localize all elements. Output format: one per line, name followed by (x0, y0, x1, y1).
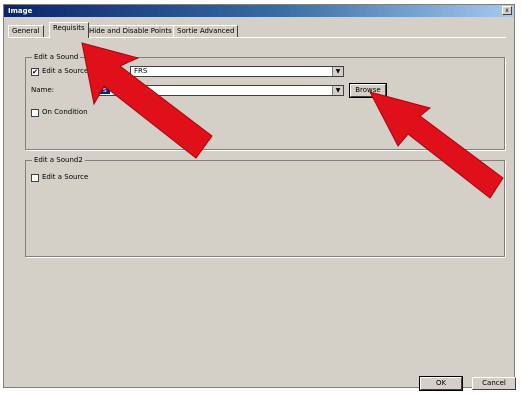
source-combo-value: FRS (134, 67, 148, 75)
name-combo-value: s (100, 86, 110, 95)
tab-hide-and-disable-points[interactable]: Hide and Disable Points (85, 25, 176, 37)
close-icon[interactable]: x (502, 6, 512, 15)
edit-sound2-group: Edit a Sound2 (25, 156, 505, 257)
edit-source-2-label: Edit a Source (42, 173, 89, 181)
browse-button[interactable]: Browse (349, 83, 387, 98)
edit-source-2-checkbox[interactable] (31, 174, 39, 182)
tab-general[interactable]: General (8, 25, 44, 37)
window-title: Image (8, 7, 33, 15)
title-bar[interactable]: Image x (4, 5, 514, 17)
tab-requisits[interactable]: Requisits (49, 22, 89, 38)
tab-sortie-advanced[interactable]: Sortie Advanced (173, 25, 239, 37)
group-legend: Edit a Sound2 (32, 156, 85, 165)
source-combo[interactable]: FRS ▼ (130, 66, 344, 77)
cancel-button[interactable]: Cancel (472, 377, 516, 390)
edit-source-checkbox[interactable]: ✔ (31, 68, 39, 76)
ok-button[interactable]: OK (419, 376, 463, 391)
on-condition-label: On Condition (42, 108, 88, 116)
name-combo[interactable]: s ▼ (96, 85, 344, 96)
name-label: Name: (31, 86, 55, 94)
edit-source-label: Edit a Source (42, 67, 89, 75)
chevron-down-icon[interactable]: ▼ (332, 86, 343, 95)
chevron-down-icon[interactable]: ▼ (332, 67, 343, 76)
group-legend: Edit a Sound (32, 53, 81, 62)
on-condition-checkbox[interactable] (31, 109, 39, 117)
